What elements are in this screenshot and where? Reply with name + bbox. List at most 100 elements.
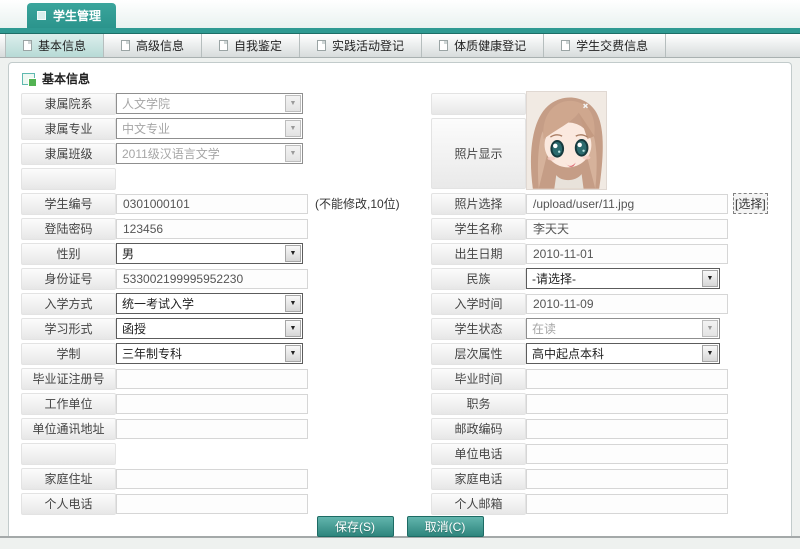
document-icon — [439, 40, 448, 51]
birth-date-input[interactable] — [526, 244, 728, 264]
select-value: 中文专业 — [122, 120, 170, 137]
admission-method-select[interactable]: 统一考试入学 ▼ — [116, 293, 303, 314]
chevron-down-icon: ▼ — [285, 95, 301, 112]
form-row: 出生日期 — [431, 241, 795, 266]
form-area: 隶属院系 人文学院 ▼ 隶属专业 中文专业 ▼ 隶属班级 2011级汉语言文学 … — [9, 91, 791, 516]
form-row: 民族 -请选择- ▼ — [431, 266, 795, 291]
form-row: 学生编号 (不能修改,10位) — [21, 191, 423, 216]
id-card-input[interactable] — [116, 269, 308, 289]
student-name-input[interactable] — [526, 219, 728, 239]
tab-self-assessment[interactable]: 自我鉴定 — [202, 34, 300, 57]
gender-select[interactable]: 男 ▼ — [116, 243, 303, 264]
department-select[interactable]: 人文学院 ▼ — [116, 93, 303, 114]
tab-physical-health[interactable]: 体质健康登记 — [422, 34, 544, 57]
empty-label-cell — [431, 93, 526, 115]
ethnicity-select[interactable]: -请选择- ▼ — [526, 268, 720, 289]
tab-basic-info[interactable]: 基本信息 — [5, 34, 104, 57]
field-label: 身份证号 — [21, 268, 116, 290]
work-phone-input[interactable] — [526, 444, 728, 464]
section-header: 基本信息 — [9, 63, 791, 87]
field-label: 单位电话 — [431, 443, 526, 465]
student-photo — [526, 91, 607, 190]
form-row: 邮政编码 — [431, 416, 795, 441]
document-icon — [23, 40, 32, 51]
photo-select-button[interactable]: [选择] — [733, 193, 768, 214]
diploma-reg-input[interactable] — [116, 369, 308, 389]
postal-code-input[interactable] — [526, 419, 728, 439]
form-row: 学习形式 函授 ▼ — [21, 316, 423, 341]
personal-phone-input[interactable] — [116, 494, 308, 514]
form-row: 身份证号 — [21, 266, 423, 291]
top-bar: 学生管理 — [0, 0, 800, 28]
field-label: 民族 — [431, 268, 526, 290]
field-label: 照片选择 — [431, 193, 526, 215]
select-value: 高中起点本科 — [532, 345, 604, 362]
section-title: 基本信息 — [42, 70, 90, 87]
tab-label: 实践活动登记 — [332, 37, 404, 54]
form-row: 学生状态 在读 ▼ — [431, 316, 795, 341]
tab-label: 学生交费信息 — [576, 37, 648, 54]
document-icon — [121, 40, 130, 51]
field-label: 毕业时间 — [431, 368, 526, 390]
password-input[interactable] — [116, 219, 308, 239]
select-value: 人文学院 — [122, 95, 170, 112]
major-select[interactable]: 中文专业 ▼ — [116, 118, 303, 139]
field-label: 学生编号 — [21, 193, 116, 215]
home-phone-input[interactable] — [526, 469, 728, 489]
chevron-down-icon: ▼ — [285, 245, 301, 262]
field-label: 登陆密码 — [21, 218, 116, 240]
field-label: 个人邮箱 — [431, 493, 526, 515]
cancel-button[interactable]: 取消(C) — [407, 516, 484, 537]
app-tab-student-management[interactable]: 学生管理 — [27, 3, 116, 28]
graduation-date-input[interactable] — [526, 369, 728, 389]
field-label: 出生日期 — [431, 243, 526, 265]
form-row: 隶属专业 中文专业 ▼ — [21, 116, 423, 141]
field-label: 工作单位 — [21, 393, 116, 415]
field-label: 隶属院系 — [21, 93, 116, 115]
form-row: 个人邮箱 — [431, 491, 795, 516]
select-value: 男 — [122, 245, 134, 262]
student-status-select[interactable]: 在读 ▼ — [526, 318, 720, 339]
form-row: 家庭住址 — [21, 466, 423, 491]
student-id-input[interactable] — [116, 194, 308, 214]
select-value: 2011级汉语言文学 — [122, 145, 220, 162]
field-label: 入学方式 — [21, 293, 116, 315]
study-form-select[interactable]: 函授 ▼ — [116, 318, 303, 339]
class-select[interactable]: 2011级汉语言文学 ▼ — [116, 143, 303, 164]
document-icon — [219, 40, 228, 51]
tab-bar: 基本信息 高级信息 自我鉴定 实践活动登记 体质健康登记 学生交费信息 — [0, 34, 800, 58]
admission-date-input[interactable] — [526, 294, 728, 314]
empty-label-cell — [21, 443, 116, 465]
chevron-down-icon: ▼ — [285, 120, 301, 137]
field-note: (不能修改,10位) — [315, 195, 400, 212]
form-row: 学制 三年制专科 ▼ — [21, 341, 423, 366]
schooling-length-select[interactable]: 三年制专科 ▼ — [116, 343, 303, 364]
form-row: 个人电话 — [21, 491, 423, 516]
form-row: 毕业时间 — [431, 366, 795, 391]
level-attribute-select[interactable]: 高中起点本科 ▼ — [526, 343, 720, 364]
save-button[interactable]: 保存(S) — [317, 516, 394, 537]
spacer-row — [431, 91, 795, 116]
work-unit-input[interactable] — [116, 394, 308, 414]
personal-email-input[interactable] — [526, 494, 728, 514]
field-label: 邮政编码 — [431, 418, 526, 440]
action-button-row: 保存(S) 取消(C) — [9, 516, 791, 537]
chevron-down-icon: ▼ — [702, 320, 718, 337]
field-label: 个人电话 — [21, 493, 116, 515]
field-label: 学生名称 — [431, 218, 526, 240]
position-input[interactable] — [526, 394, 728, 414]
tab-payment-info[interactable]: 学生交费信息 — [544, 34, 666, 57]
chevron-down-icon: ▼ — [702, 270, 718, 287]
tab-label: 高级信息 — [136, 37, 184, 54]
field-label: 学生状态 — [431, 318, 526, 340]
form-row: 入学时间 — [431, 291, 795, 316]
work-address-input[interactable] — [116, 419, 308, 439]
chevron-down-icon: ▼ — [285, 145, 301, 162]
tab-practice-activity[interactable]: 实践活动登记 — [300, 34, 422, 57]
form-row: 入学方式 统一考试入学 ▼ — [21, 291, 423, 316]
home-address-input[interactable] — [116, 469, 308, 489]
document-icon — [317, 40, 326, 51]
photo-path-input[interactable] — [526, 194, 728, 214]
tab-advanced-info[interactable]: 高级信息 — [104, 34, 202, 57]
photo-display-row: 照片显示 — [431, 116, 795, 191]
